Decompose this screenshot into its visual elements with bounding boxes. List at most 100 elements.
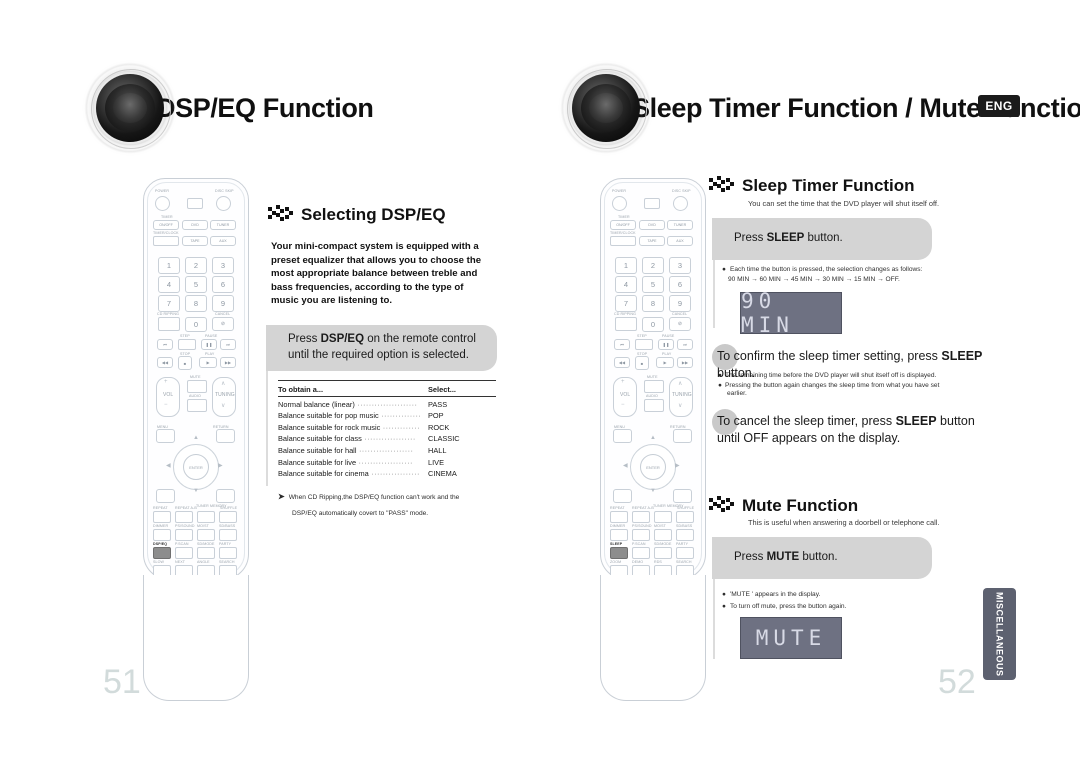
press-sleep-suffix: button. [804, 232, 843, 245]
remote-button-timer-clock[interactable] [153, 236, 179, 246]
remote-button-6[interactable]: 6 [212, 276, 234, 293]
remote-button-5-right[interactable]: 5 [642, 276, 664, 293]
remote-button-sd-bass-r[interactable] [676, 529, 694, 541]
remote-control-left[interactable]: POWER DISC SKIP TIMER ON/OFF TIMER/CLOCK… [143, 178, 249, 580]
remote-button-on-off-right[interactable]: ON/OFF [610, 220, 636, 230]
remote-button-dimmer[interactable] [153, 529, 171, 541]
language-badge: ENG [978, 95, 1020, 117]
remote-button-enter-right[interactable]: ENTER [640, 454, 666, 480]
remote-button-tape-right[interactable]: TAPE [639, 236, 665, 246]
remote-button-step[interactable] [178, 339, 196, 350]
remote-button-left-extra-right[interactable] [613, 489, 632, 503]
remote-button-ps-sound[interactable] [175, 529, 193, 541]
remote-button-power-right[interactable] [612, 196, 627, 211]
remote-button-mo-st[interactable] [197, 529, 215, 541]
remote-button-2[interactable]: 2 [185, 257, 207, 274]
remote-button-ps-sound-r[interactable] [632, 529, 650, 541]
remote-button-aux-right[interactable]: AUX [667, 236, 693, 246]
table-cell-obtain: Balance suitable for cinema ············… [278, 469, 420, 479]
remote-button-fast-forward-right[interactable]: ▶▶ [677, 357, 693, 368]
remote-button-6-right[interactable]: 6 [669, 276, 691, 293]
footnote-line1: When CD Ripping,the DSP/EQ function can'… [288, 494, 460, 501]
remote-button-9-right[interactable]: 9 [669, 295, 691, 312]
remote-button-cd-ripping[interactable] [158, 317, 180, 331]
remote-button-enter[interactable]: ENTER [183, 454, 209, 480]
remote-button-7-right[interactable]: 7 [615, 295, 637, 312]
remote-button-prev[interactable]: ⏮ [157, 339, 173, 350]
remote-button-step-right[interactable] [635, 339, 653, 350]
remote-button-dvd[interactable]: DVD [182, 220, 208, 230]
remote-button-8-right[interactable]: 8 [642, 295, 664, 312]
remote-button-cancel[interactable]: ⊘ [212, 317, 234, 331]
remote-button-next-right[interactable]: ⏭ [677, 339, 693, 350]
remote-button-shuffle[interactable] [219, 511, 237, 523]
remote-button-cancel-right[interactable]: ⊘ [669, 317, 691, 331]
remote-button-8[interactable]: 8 [185, 295, 207, 312]
remote-button-right-extra[interactable] [216, 489, 235, 503]
remote-button-repeat[interactable] [153, 511, 171, 523]
remote-button-tuner[interactable]: TUNER [210, 220, 236, 230]
remote-button-9[interactable]: 9 [212, 295, 234, 312]
remote-button-party-r[interactable] [676, 547, 694, 559]
remote-button-tuner-memory[interactable] [197, 511, 215, 523]
remote-button-repeat-ab[interactable] [175, 511, 193, 523]
remote-button-power[interactable] [155, 196, 170, 211]
remote-button-sd-bass[interactable] [219, 529, 237, 541]
remote-button-sd-mode[interactable] [197, 547, 215, 559]
remote-button-repeat-ab-r[interactable] [632, 511, 650, 523]
remote-button-audio-right[interactable] [644, 399, 664, 412]
remote-button-sleep-highlighted[interactable] [610, 547, 628, 559]
remote-button-dvd-right[interactable]: DVD [639, 220, 665, 230]
remote-button-dimmer-r[interactable] [610, 529, 628, 541]
remote-button-play[interactable]: ▶ [199, 357, 217, 368]
remote-button-0[interactable]: 0 [185, 317, 207, 332]
remote-button-disc-skip[interactable] [216, 196, 231, 211]
remote-button-3-right[interactable]: 3 [669, 257, 691, 274]
remote-button-mute-right[interactable] [644, 380, 664, 393]
remote-button-4[interactable]: 4 [158, 276, 180, 293]
remote-button-right-extra-right[interactable] [673, 489, 692, 503]
remote-button-play-right[interactable]: ▶ [656, 357, 674, 368]
remote-button-mute[interactable] [187, 380, 207, 393]
remote-button-mo-st-r[interactable] [654, 529, 672, 541]
remote-button-shuffle-r[interactable] [676, 511, 694, 523]
remote-button-party[interactable] [219, 547, 237, 559]
remote-button-p-scan[interactable] [175, 547, 193, 559]
remote-button-left-extra[interactable] [156, 489, 175, 503]
remote-button-stop-right[interactable]: ■ [635, 356, 649, 370]
remote-button-repeat-r[interactable] [610, 511, 628, 523]
chevron-marker-icon [268, 205, 298, 225]
remote-button-pause[interactable]: ❚❚ [201, 339, 217, 350]
remote-button-tuner-memory-r[interactable] [654, 511, 672, 523]
remote-button-eject-right[interactable] [644, 198, 660, 209]
remote-button-1[interactable]: 1 [158, 257, 180, 274]
remote-button-prev-right[interactable]: ⏮ [614, 339, 630, 350]
remote-button-timer-clock-right[interactable] [610, 236, 636, 246]
remote-button-p-scan-r[interactable] [632, 547, 650, 559]
remote-button-sd-mode-r[interactable] [654, 547, 672, 559]
remote-button-next[interactable]: ⏭ [220, 339, 236, 350]
remote-button-fast-forward[interactable]: ▶▶ [220, 357, 236, 368]
remote-button-4-right[interactable]: 4 [615, 276, 637, 293]
remote-button-on-off[interactable]: ON/OFF [153, 220, 179, 230]
remote-button-eject[interactable] [187, 198, 203, 209]
remote-control-right[interactable]: POWER DISC SKIP TIMER ON/OFF TIMER/CLOCK… [600, 178, 706, 580]
remote-button-dsp-eq-highlighted[interactable] [153, 547, 171, 559]
remote-button-1-right[interactable]: 1 [615, 257, 637, 274]
remote-button-0-right[interactable]: 0 [642, 317, 664, 332]
remote-button-2-right[interactable]: 2 [642, 257, 664, 274]
remote-button-cd-ripping-right[interactable] [615, 317, 637, 331]
remote-button-audio[interactable] [187, 399, 207, 412]
side-tab-miscellaneous[interactable]: MISCELLANEOUS [983, 588, 1016, 680]
remote-button-tuner-right[interactable]: TUNER [667, 220, 693, 230]
remote-button-tape[interactable]: TAPE [182, 236, 208, 246]
remote-button-rewind[interactable]: ◀◀ [157, 357, 173, 368]
remote-button-stop[interactable]: ■ [178, 356, 192, 370]
remote-button-5[interactable]: 5 [185, 276, 207, 293]
remote-button-rewind-right[interactable]: ◀◀ [614, 357, 630, 368]
remote-button-disc-skip-right[interactable] [673, 196, 688, 211]
remote-button-3[interactable]: 3 [212, 257, 234, 274]
remote-button-pause-right[interactable]: ❚❚ [658, 339, 674, 350]
remote-button-7[interactable]: 7 [158, 295, 180, 312]
remote-button-aux[interactable]: AUX [210, 236, 236, 246]
